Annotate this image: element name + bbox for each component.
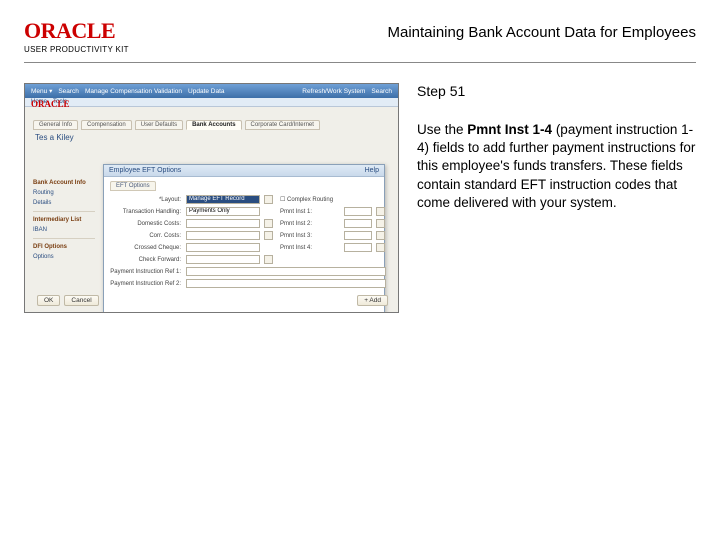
pmnt-inst2-field [344,219,372,228]
screenshot-thumbnail: Menu ▾ Search Manage Compensation Valida… [24,83,399,313]
instruction-text: Use the Pmnt Inst 1-4 (payment instructi… [417,121,696,212]
side-panel: Bank Account Info Routing Details Interm… [33,178,95,262]
tab: Compensation [81,120,132,130]
pmnt-inst4-field [344,243,372,252]
main-tabs: General Info Compensation User Defaults … [33,120,390,130]
brand-block: ORACLE USER PRODUCTIVITY KIT [24,18,129,54]
tab: User Defaults [135,120,183,130]
lookup-icon [264,231,273,240]
lookup-icon [376,231,385,240]
cancel-button: Cancel [64,295,98,306]
brand-logo: ORACLE [24,18,129,44]
layout-field: Manage EFT Record [186,195,260,204]
pmnt-inst3-field [344,231,372,240]
check-forward-field [186,255,260,264]
lookup-icon [376,207,385,216]
pir2-field [186,279,386,288]
eft-options-dialog: Employee EFT Options Help EFT Options *L… [103,164,385,313]
lookup-icon [264,219,273,228]
tab: General Info [33,120,78,130]
topbar-item: Refresh/Work System [302,88,365,95]
lookup-icon [376,219,385,228]
corr-costs-field [186,231,260,240]
topbar-item: Update Data [188,88,225,95]
topbar-item: Menu ▾ [31,87,52,95]
subtab: EFT Options [110,181,156,191]
pir1-field [186,267,386,276]
tab-active: Bank Accounts [186,120,241,130]
brand-subtitle: USER PRODUCTIVITY KIT [24,45,129,54]
tab: Corporate Card/Internet [245,120,320,130]
dialog-help: Help [365,167,379,174]
pmnt-inst1-field [344,207,372,216]
domestic-costs-field [186,219,260,228]
dialog-title: Employee EFT Options [109,167,181,174]
topbar-item: Manage Compensation Validation [85,88,182,95]
add-button: + Add [357,295,388,306]
app-logo: ORACLE [31,99,70,109]
lookup-icon [264,255,273,264]
tx-handling-field: Payments Only [186,207,260,216]
ok-button: OK [37,295,60,306]
employee-name: Tes a Kiley [35,133,390,142]
lookup-icon [264,195,273,204]
lookup-icon [376,243,385,252]
step-label: Step 51 [417,83,696,99]
topbar-item: Search [58,88,79,95]
topbar-item: Search [371,88,392,95]
crossed-cheque-field [186,243,260,252]
page-title: Maintaining Bank Account Data for Employ… [387,24,696,41]
